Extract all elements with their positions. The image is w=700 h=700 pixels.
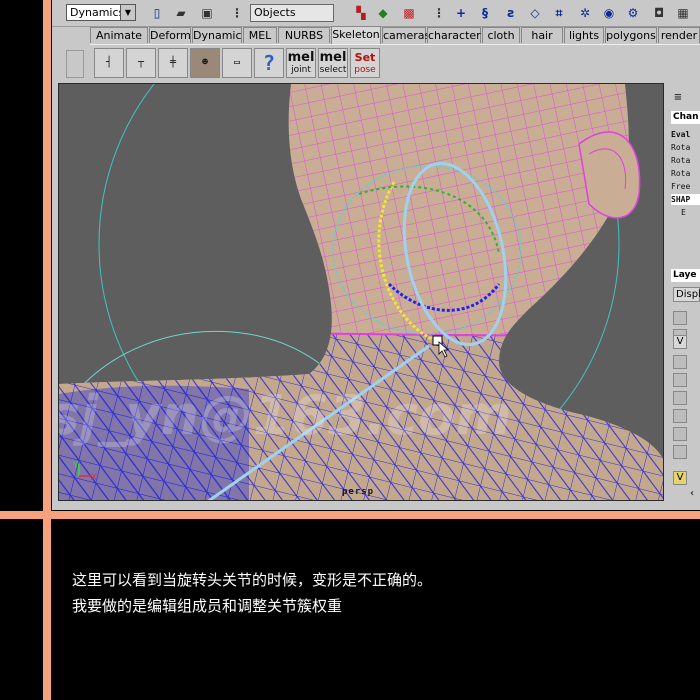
history-icon[interactable]: ⌗ <box>550 4 568 22</box>
channel-row[interactable]: SHAP <box>671 194 700 205</box>
tab-cloth[interactable]: cloth <box>482 27 520 43</box>
layer-editor-header: Laye <box>671 269 700 282</box>
tab-polygons[interactable]: polygons <box>605 27 657 43</box>
channel-row[interactable]: E <box>671 207 700 218</box>
tab-dynamic[interactable]: Dynamic <box>192 27 242 43</box>
shelf: ┤ ┬ ╪ ☻ ▭ ? mel joint mel select Set pos… <box>90 44 700 79</box>
help-icon[interactable]: ? <box>254 48 284 78</box>
camera-icon[interactable]: ◘ <box>650 4 668 22</box>
set-pose-button[interactable]: Set pose <box>350 48 380 78</box>
layer-visibility[interactable] <box>673 409 687 423</box>
mel-joint-button[interactable]: mel joint <box>286 48 316 78</box>
viewport-scene: Y X dsj_yn@163.com <box>59 84 663 500</box>
mel-select-sub: select <box>319 65 347 75</box>
channel-row[interactable]: Free <box>671 181 700 192</box>
axis-x-label: X <box>91 473 97 483</box>
render-icon[interactable]: ✲ <box>576 4 594 22</box>
channel-row[interactable]: Rota <box>671 168 700 179</box>
joint-tool-icon[interactable]: ┤ <box>94 48 124 78</box>
select-component-icon[interactable]: ▩ <box>400 4 418 22</box>
tab-hair[interactable]: hair <box>521 27 563 43</box>
layout-icon[interactable]: ▦ <box>674 4 692 22</box>
snap-grid-icon[interactable]: + <box>452 4 470 22</box>
perspective-viewport[interactable]: Y X dsj_yn@163.com persp <box>58 83 664 501</box>
maya-window: Dynamics ▼ ▯ ▰ ▣ ⋮ Objects ▚ ◆ ▩ ⋮ + § ƨ… <box>52 0 700 510</box>
save-scene-icon[interactable]: ▣ <box>198 4 216 22</box>
status-line: Dynamics ▼ ▯ ▰ ▣ ⋮ Objects ▚ ◆ ▩ ⋮ + § ƨ… <box>52 0 700 27</box>
divider-icon: ⋮ <box>231 6 243 20</box>
mel-joint-top: mel <box>287 50 315 65</box>
tab-mel[interactable]: MEL <box>243 27 277 43</box>
skin-bind-icon[interactable]: ☻ <box>190 48 220 78</box>
channel-row[interactable]: Rota <box>671 155 700 166</box>
caption-line-1: 这里可以看到当旋转头关节的时候，变形是不正确的。 <box>72 571 433 589</box>
layer-visibility[interactable] <box>673 427 687 441</box>
mel-select-button[interactable]: mel select <box>318 48 348 78</box>
display-layer-button[interactable]: Displ <box>673 287 700 302</box>
snap-point-icon[interactable]: ƨ <box>502 4 520 22</box>
selection-mode-field[interactable]: Objects <box>250 4 334 22</box>
channel-box-header: Chan <box>671 111 700 124</box>
snap-view-icon[interactable]: ◇ <box>526 4 544 22</box>
chevron-down-icon[interactable]: ▼ <box>120 5 135 20</box>
menu-set-dropdown[interactable]: Dynamics ▼ <box>66 4 136 21</box>
menu-set-value: Dynamics <box>70 6 125 19</box>
set-pose-sub: pose <box>354 65 376 75</box>
ik-spline-icon[interactable]: ╪ <box>158 48 188 78</box>
ipr-icon[interactable]: ◉ <box>600 4 618 22</box>
set-pose-top: Set <box>354 51 376 64</box>
tab-character[interactable]: character <box>427 27 481 43</box>
layer-visibility[interactable] <box>673 311 687 325</box>
caption-line-2: 我要做的是编辑组成员和调整关节簇权重 <box>72 597 343 615</box>
frame-left-bar <box>43 0 51 700</box>
ik-handle-icon[interactable]: ┬ <box>126 48 156 78</box>
axis-y-label: Y <box>72 461 79 471</box>
layer-visibility[interactable] <box>673 445 687 459</box>
chevron-left-icon[interactable]: ‹ <box>685 487 699 501</box>
layer-visibility[interactable]: V <box>673 335 687 349</box>
camera-label: persp <box>342 487 375 497</box>
frame-horizontal-bar <box>0 511 700 519</box>
channel-row[interactable]: Eval <box>671 129 700 140</box>
layer-visibility[interactable] <box>673 391 687 405</box>
tab-cameras[interactable]: cameras <box>382 27 430 43</box>
tab-deform[interactable]: Deform <box>149 27 191 43</box>
paint-weights-icon[interactable]: ▭ <box>222 48 252 78</box>
new-scene-icon[interactable]: ▯ <box>148 4 166 22</box>
selection-mode-value: Objects <box>254 6 296 19</box>
layer-visibility[interactable]: V <box>673 471 687 485</box>
watermark-text: dsj_yn@163.com <box>59 384 512 447</box>
tab-skeleton[interactable]: Skeleton <box>331 26 381 44</box>
render-globals-icon[interactable]: ⚙ <box>624 4 642 22</box>
snap-curve-icon[interactable]: § <box>476 4 494 22</box>
mel-select-top: mel <box>319 50 347 65</box>
shelf-menu-button[interactable] <box>66 50 84 78</box>
open-scene-icon[interactable]: ▰ <box>172 4 190 22</box>
channel-box: ≡ Chan Eval Rota Rota Rota Free SHAP E L… <box>669 83 700 503</box>
divider-icon-2: ⋮ <box>433 6 445 20</box>
tab-lights[interactable]: lights <box>564 27 604 43</box>
mel-joint-sub: joint <box>291 65 311 75</box>
layer-visibility[interactable] <box>673 355 687 369</box>
layer-visibility[interactable] <box>673 373 687 387</box>
select-object-icon[interactable]: ◆ <box>374 4 392 22</box>
shelf-tabs: Animate Deform Dynamic MEL NURBS Skeleton came… <box>90 26 700 44</box>
tab-nurbs[interactable]: NURBS <box>278 27 330 43</box>
select-hierarchy-icon[interactable]: ▚ <box>352 4 370 22</box>
tab-render[interactable]: render <box>658 27 700 43</box>
channel-box-menu-icon[interactable]: ≡ <box>671 91 685 105</box>
channel-row[interactable]: Rota <box>671 142 700 153</box>
tab-animate[interactable]: Animate <box>90 27 148 43</box>
